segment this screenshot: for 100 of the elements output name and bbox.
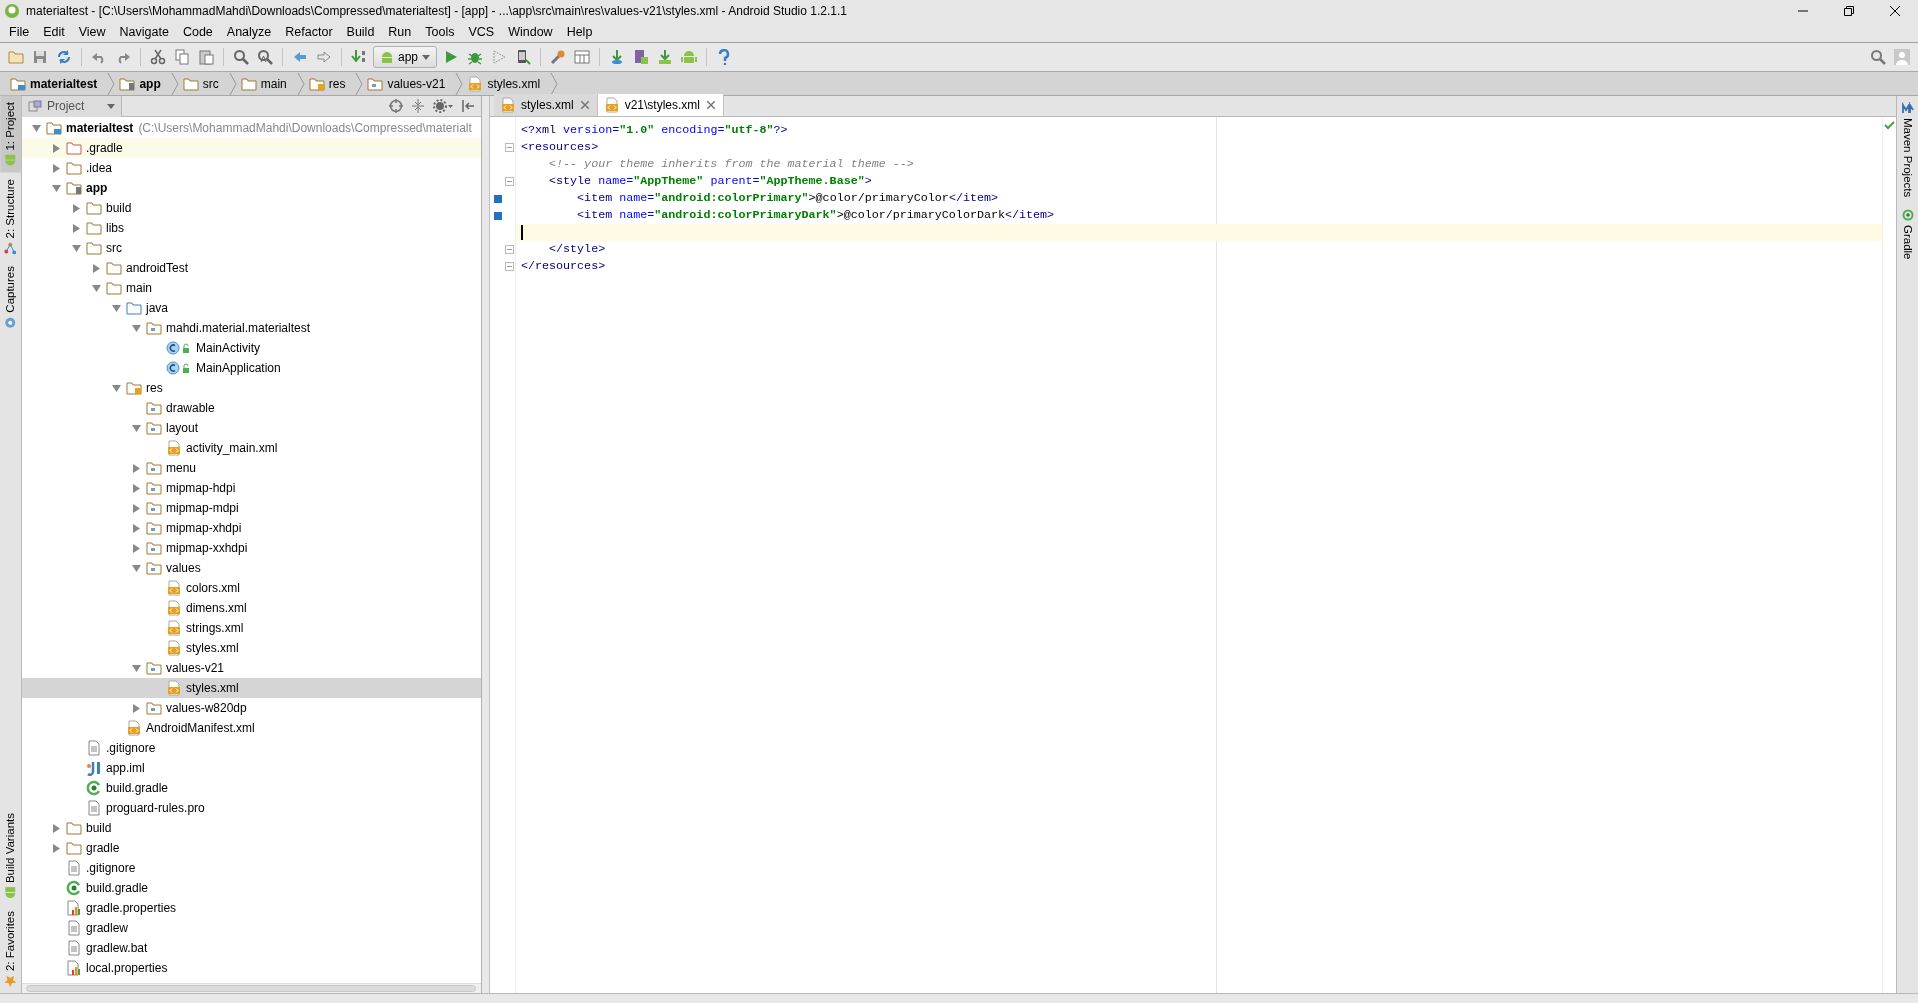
collapse-icon[interactable] — [411, 99, 425, 113]
back-arrow-icon[interactable] — [292, 49, 308, 65]
target-icon[interactable] — [389, 99, 403, 113]
paste-icon[interactable] — [198, 49, 214, 65]
tree-item[interactable]: libs — [22, 218, 481, 238]
breadcrumb-item[interactable]: values-v21 — [363, 74, 456, 93]
tree-item[interactable]: gradlew.bat — [22, 938, 481, 958]
top-menu-entry[interactable]: VCS — [461, 20, 502, 44]
tree-item[interactable]: styles.xml — [22, 678, 481, 698]
wrench-icon[interactable] — [550, 49, 567, 65]
tree-item[interactable]: MainActivity — [22, 338, 481, 358]
fold-icon[interactable] — [505, 177, 514, 186]
tree-item[interactable]: .gitignore — [22, 858, 481, 878]
collapsed-arrow-icon[interactable] — [91, 263, 101, 273]
tree-item[interactable]: .gitignore — [22, 738, 481, 758]
tree-item[interactable]: values-v21 — [22, 658, 481, 678]
tree-item[interactable]: .gradle — [22, 138, 481, 158]
expanded-arrow-icon[interactable] — [131, 423, 141, 433]
replace-icon[interactable] — [257, 49, 273, 65]
tree-item[interactable]: app.iml — [22, 758, 481, 778]
tree-item[interactable]: AndroidManifest.xml — [22, 718, 481, 738]
tree-item[interactable]: values — [22, 558, 481, 578]
make-icon[interactable] — [351, 49, 367, 65]
tree-item[interactable]: res — [22, 378, 481, 398]
tree-item[interactable]: mahdi.material.materialtest — [22, 318, 481, 338]
device-manager-icon[interactable] — [633, 49, 650, 65]
tool-window-tab[interactable]: 2: Favorites — [0, 904, 22, 993]
top-menu-entry[interactable]: Code — [175, 20, 220, 44]
tool-window-tab[interactable]: 2: Structure — [0, 172, 22, 261]
sdk-download-icon[interactable] — [657, 49, 674, 65]
copy-icon[interactable] — [174, 49, 190, 65]
top-menu-entry[interactable]: Refactor — [278, 20, 340, 44]
collapsed-arrow-icon[interactable] — [131, 703, 141, 713]
expanded-arrow-icon[interactable] — [31, 123, 41, 133]
tree-item[interactable]: layout — [22, 418, 481, 438]
tree-item[interactable]: build.gradle — [22, 778, 481, 798]
breadcrumb-item[interactable]: app — [115, 74, 171, 93]
close-tab-button[interactable] — [578, 101, 591, 109]
top-menu-entry[interactable]: Edit — [36, 20, 72, 44]
phone-icon[interactable] — [515, 49, 532, 65]
coverage-icon[interactable] — [491, 49, 508, 65]
fold-icon[interactable] — [505, 262, 514, 271]
tree-item[interactable]: dimens.xml — [22, 598, 481, 618]
top-menu-entry[interactable]: Window — [501, 20, 560, 44]
tree-item[interactable]: mipmap-mdpi — [22, 498, 481, 518]
expanded-arrow-icon[interactable] — [51, 183, 61, 193]
tree-item[interactable]: main — [22, 278, 481, 298]
tree-item[interactable]: gradle — [22, 838, 481, 858]
expanded-arrow-icon[interactable] — [131, 663, 141, 673]
expanded-arrow-icon[interactable] — [111, 383, 121, 393]
fold-icon[interactable] — [505, 245, 514, 254]
breadcrumb-item[interactable]: styles.xml — [463, 74, 551, 93]
close-tab-button[interactable] — [705, 101, 718, 109]
tree-item[interactable]: mipmap-hdpi — [22, 478, 481, 498]
top-menu-entry[interactable]: Analyze — [219, 20, 279, 44]
top-menu-entry[interactable]: Navigate — [112, 20, 176, 44]
tree-item[interactable]: gradle.properties — [22, 898, 481, 918]
tree-item[interactable]: MainApplication — [22, 358, 481, 378]
breadcrumb-item[interactable]: res — [304, 74, 356, 93]
tree-item[interactable]: strings.xml — [22, 618, 481, 638]
tree-item[interactable]: colors.xml — [22, 578, 481, 598]
editor-tab[interactable]: v21\styles.xml — [597, 94, 725, 116]
tool-window-tab[interactable]: Build Variants — [0, 806, 22, 905]
top-menu-entry[interactable]: File — [2, 20, 37, 44]
breadcrumb-item[interactable]: src — [178, 74, 229, 93]
editor-tab[interactable]: styles.xml — [494, 94, 598, 116]
tree-item[interactable]: drawable — [22, 398, 481, 418]
tree-item[interactable]: .idea — [22, 158, 481, 178]
change-marker[interactable] — [494, 194, 502, 203]
tree-item[interactable]: styles.xml — [22, 638, 481, 658]
tool-window-tab[interactable]: Maven Projects — [1897, 96, 1918, 204]
run-configuration-dropdown[interactable]: app — [373, 46, 438, 68]
top-menu-entry[interactable]: Help — [559, 20, 600, 44]
cut-icon[interactable] — [150, 49, 166, 65]
top-menu-entry[interactable]: Build — [339, 20, 382, 44]
structure-icon[interactable] — [574, 49, 591, 65]
tree-item[interactable]: build.gradle — [22, 878, 481, 898]
sync-icon[interactable] — [56, 49, 72, 65]
tree-item[interactable]: values-w820dp — [22, 698, 481, 718]
tree-item[interactable]: java — [22, 298, 481, 318]
hide-panel-icon[interactable] — [461, 99, 475, 113]
tree-item[interactable]: mipmap-xxhdpi — [22, 538, 481, 558]
project-view-dropdown[interactable]: Project — [22, 95, 122, 117]
tree-item[interactable]: gradlew — [22, 918, 481, 938]
tree-item[interactable]: app — [22, 178, 481, 198]
tree-item[interactable]: src — [22, 238, 481, 258]
tool-window-tab[interactable]: Captures — [0, 260, 22, 335]
breadcrumb-item[interactable]: materialtest — [6, 74, 108, 93]
expanded-arrow-icon[interactable] — [71, 243, 81, 253]
tree-item[interactable]: androidTest — [22, 258, 481, 278]
tree-item[interactable]: local.properties — [22, 958, 481, 978]
tree-item[interactable]: materialtest (C:\Users\MohammadMahdi\Downloads\Compressed\materialt — [22, 118, 481, 138]
top-menu-entry[interactable]: Tools — [418, 20, 462, 44]
forward-arrow-icon[interactable] — [316, 49, 332, 65]
save-icon[interactable] — [32, 49, 48, 65]
expanded-arrow-icon[interactable] — [131, 563, 141, 573]
tool-window-tab[interactable]: Gradle — [1897, 203, 1918, 266]
top-menu-entry[interactable]: Run — [381, 20, 419, 44]
tree-item[interactable]: activity_main.xml — [22, 438, 481, 458]
search-icon[interactable] — [233, 49, 249, 65]
